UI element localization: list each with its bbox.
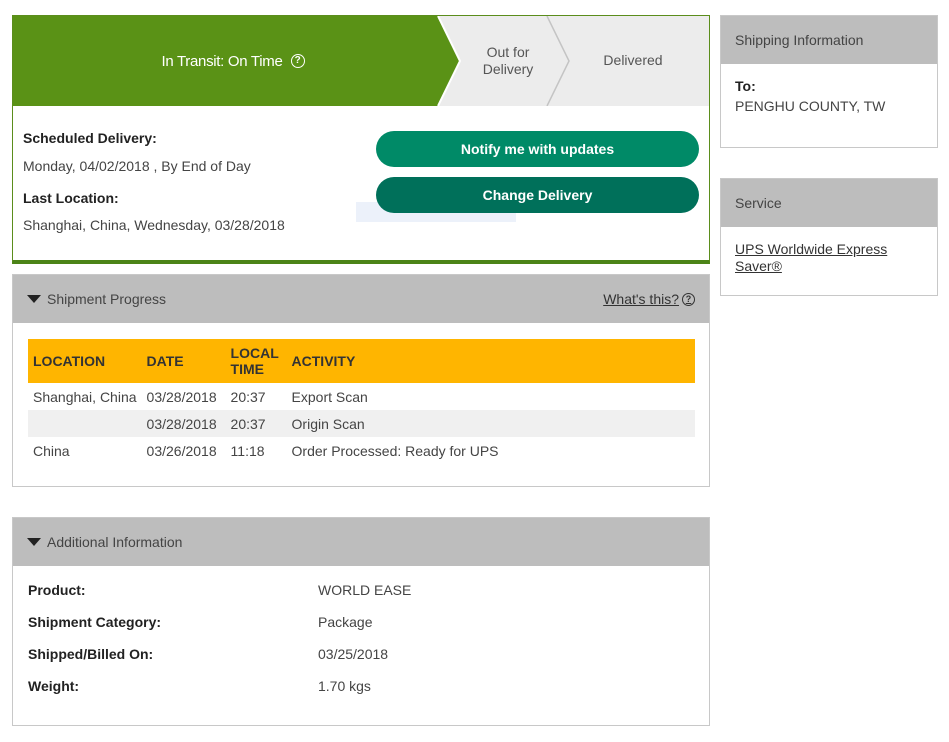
weight-label: Weight:: [28, 678, 80, 694]
whats-this-link[interactable]: What's this? ?: [603, 291, 695, 307]
service-header: Service: [721, 179, 937, 227]
shipped-billed-label: Shipped/Billed On:: [28, 646, 154, 662]
shipment-category-value: Package: [318, 614, 373, 630]
notify-me-button[interactable]: Notify me with updates: [376, 131, 699, 167]
row-activity: Order Processed: Ready for UPS: [291, 442, 499, 459]
last-location-label: Last Location:: [23, 190, 119, 206]
step-in-transit: In Transit: On Time ?: [13, 16, 453, 106]
step-in-transit-label: In Transit: On Time: [161, 52, 283, 70]
help-icon[interactable]: ?: [290, 54, 305, 68]
change-delivery-button[interactable]: Change Delivery: [376, 177, 699, 213]
column-header-location: LOCATION: [28, 339, 142, 383]
destination-value: PENGHU COUNTY, TW: [735, 98, 886, 114]
step-delivered: Delivered: [603, 52, 663, 68]
service-link[interactable]: UPS Worldwide Express Saver®: [735, 241, 887, 274]
column-header-date: DATE: [141, 339, 226, 383]
table-row: 03/28/2018 20:37 Origin Scan: [28, 410, 695, 437]
shipment-progress-table: LOCATION DATE LOCAL TIME ACTIVITY Shangh…: [28, 339, 695, 464]
additional-information-header[interactable]: Additional Information: [13, 518, 709, 566]
product-value: WORLD EASE: [318, 582, 412, 598]
to-label: To:: [735, 78, 756, 94]
help-icon[interactable]: ?: [682, 292, 695, 306]
row-date: 03/26/2018: [146, 442, 217, 459]
shipment-progress-title: Shipment Progress: [47, 291, 167, 307]
additional-information-title: Additional Information: [47, 534, 183, 550]
step-out-for-delivery: Out for Delivery: [482, 44, 534, 77]
row-time: 20:37: [225, 410, 287, 437]
row-date: 03/28/2018: [141, 410, 226, 437]
shipping-information-panel: Shipping Information To: PENGHU COUNTY, …: [720, 15, 938, 148]
row-location: China: [33, 442, 70, 459]
whats-this-label[interactable]: What's this?: [603, 291, 679, 307]
shipping-information-header: Shipping Information: [721, 16, 937, 64]
additional-information-panel: Additional Information Product: WORLD EA…: [12, 517, 710, 726]
table-header-row: LOCATION DATE LOCAL TIME ACTIVITY: [28, 339, 695, 383]
table-row: Shanghai, China 03/28/2018 20:37 Export …: [28, 383, 695, 410]
shipment-progress-header[interactable]: Shipment Progress What's this? ?: [13, 275, 709, 323]
service-panel: Service UPS Worldwide Express Saver®: [720, 178, 938, 296]
product-label: Product:: [28, 582, 86, 598]
row-time: 20:37: [230, 388, 266, 405]
row-location: [28, 410, 142, 437]
row-activity: Export Scan: [291, 388, 368, 405]
row-time: 11:18: [230, 442, 265, 459]
weight-value: 1.70 kgs: [318, 678, 371, 694]
scheduled-delivery-label: Scheduled Delivery:: [23, 130, 157, 146]
column-header-activity: ACTIVITY: [286, 339, 695, 383]
delivery-progress-tracker: In Transit: On Time ? Out for Delivery D…: [13, 16, 709, 106]
collapse-triangle-icon[interactable]: [27, 538, 41, 546]
shipped-billed-value: 03/25/2018: [318, 646, 389, 662]
last-location-value: Shanghai, China, Wednesday, 03/28/2018: [23, 217, 285, 233]
delivery-status-panel: In Transit: On Time ? Out for Delivery D…: [12, 15, 710, 264]
shipment-progress-panel: Shipment Progress What's this? ? LOCATIO…: [12, 274, 710, 487]
collapse-triangle-icon[interactable]: [27, 295, 41, 303]
row-activity: Origin Scan: [286, 410, 695, 437]
column-header-local-time: LOCAL TIME: [225, 339, 287, 383]
scheduled-delivery-value: Monday, 04/02/2018 , By End of Day: [23, 158, 251, 174]
table-row: China 03/26/2018 11:18 Order Processed: …: [28, 437, 695, 464]
row-location: Shanghai, China: [33, 388, 137, 405]
shipment-category-label: Shipment Category:: [28, 614, 162, 630]
row-date: 03/28/2018: [146, 388, 217, 405]
